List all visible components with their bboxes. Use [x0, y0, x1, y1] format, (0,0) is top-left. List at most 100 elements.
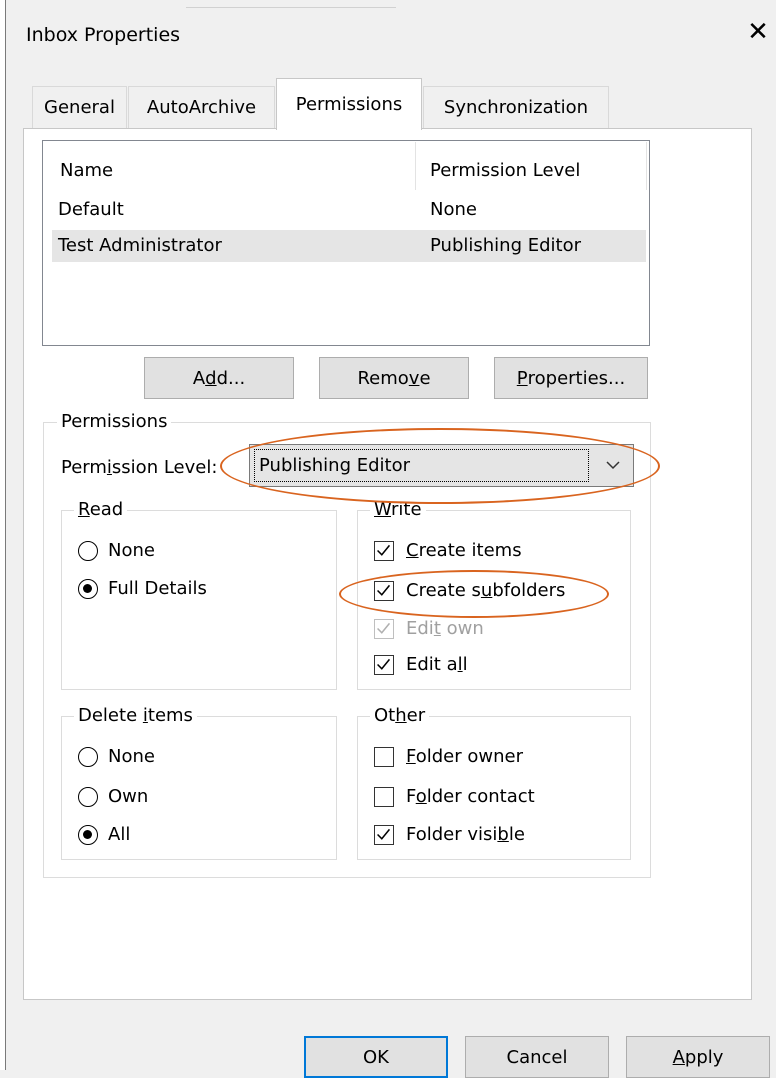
delete-none-label[interactable]: None	[108, 746, 155, 767]
label-text: Perm	[61, 457, 107, 478]
column-separator[interactable]	[415, 142, 416, 190]
label-text: o	[415, 786, 427, 807]
row-name: Default	[58, 199, 124, 220]
tab-permissions[interactable]: Permissions	[276, 78, 422, 130]
button-label: v	[408, 367, 420, 389]
column-header-name[interactable]: Name	[60, 160, 113, 181]
button-label: roperties...	[527, 367, 626, 389]
label-text: rite	[391, 499, 422, 520]
button-label: Remo	[357, 367, 409, 389]
label-text: bfolders	[492, 580, 566, 601]
checkmark-icon	[377, 622, 391, 634]
create-items-checkbox[interactable]	[374, 541, 394, 561]
edit-all-label[interactable]: Edit all	[406, 654, 468, 675]
folder-owner-label[interactable]: Folder owner	[406, 746, 523, 767]
label-text: er	[406, 705, 426, 726]
write-group-label: Write	[370, 499, 426, 520]
list-item[interactable]	[52, 194, 646, 226]
label-text: tems	[147, 705, 193, 726]
close-icon[interactable]: ✕	[744, 18, 772, 46]
delete-own-label[interactable]: Own	[108, 786, 148, 807]
folder-contact-label[interactable]: Folder contact	[406, 786, 535, 807]
column-header-permission-level[interactable]: Permission Level	[430, 160, 580, 181]
label-text: u	[480, 580, 493, 601]
delete-items-group	[61, 716, 337, 860]
label-text: Create s	[406, 580, 481, 601]
delete-own-radio[interactable]	[78, 787, 98, 807]
create-subfolders-checkbox[interactable]	[374, 581, 394, 601]
tab-autoarchive[interactable]: AutoArchive	[128, 86, 275, 128]
label-text: R	[78, 499, 90, 520]
create-subfolders-label[interactable]: Create subfolders	[406, 580, 565, 601]
label-text: Ot	[374, 705, 396, 726]
label-text: b	[497, 824, 509, 845]
radio-selected-dot	[83, 584, 92, 593]
ok-button[interactable]: OK	[304, 1036, 448, 1078]
chevron-down-icon[interactable]	[598, 450, 628, 480]
tab-synchronization[interactable]: Synchronization	[423, 86, 609, 128]
tab-general[interactable]: General	[32, 86, 127, 128]
folder-contact-checkbox[interactable]	[374, 787, 394, 807]
permissions-group-label: Permissions	[57, 411, 172, 432]
label-text: F	[406, 746, 416, 767]
cancel-button[interactable]: Cancel	[465, 1036, 609, 1078]
delete-items-group-label: Delete items	[74, 705, 197, 726]
label-text: ssion Level:	[111, 457, 218, 478]
dialog-title: Inbox Properties	[26, 24, 181, 46]
folder-visible-label[interactable]: Folder visible	[406, 824, 525, 845]
checkmark-icon	[377, 658, 391, 670]
add-button[interactable]: Ad d...	[144, 357, 294, 399]
delete-none-radio[interactable]	[78, 747, 98, 767]
properties-button[interactable]: Properties...	[494, 357, 648, 399]
read-none-radio[interactable]	[78, 541, 98, 561]
checkmark-icon	[377, 828, 391, 840]
label-text: t	[433, 618, 441, 639]
apply-button[interactable]: Apply	[626, 1036, 770, 1078]
edit-own-label: Edit own	[406, 618, 484, 639]
label-text: Delete	[78, 705, 143, 726]
button-label: P	[516, 367, 528, 389]
edit-all-checkbox[interactable]	[374, 655, 394, 675]
label-text: le	[508, 824, 525, 845]
label-text: h	[395, 705, 407, 726]
folder-visible-checkbox[interactable]	[374, 825, 394, 845]
read-full-details-label[interactable]: Full Details	[108, 578, 207, 599]
background-window-edge	[186, 0, 396, 8]
tab-label: Synchronization	[443, 97, 589, 118]
label-text: reate items	[418, 540, 522, 561]
window-edge	[0, 0, 6, 1070]
button-label: d...	[216, 367, 246, 389]
column-separator[interactable]	[646, 142, 647, 190]
button-label: d	[205, 367, 217, 389]
button-label: e	[419, 367, 431, 389]
row-level: None	[430, 199, 477, 220]
edit-own-checkbox	[374, 619, 394, 639]
label-text: ead	[89, 499, 124, 520]
delete-all-label[interactable]: All	[108, 824, 130, 845]
row-name: Test Administrator	[58, 235, 222, 256]
read-none-label[interactable]: None	[108, 540, 155, 561]
create-items-label[interactable]: Create items	[406, 540, 522, 561]
read-group	[61, 510, 337, 690]
tab-label: General	[44, 97, 115, 118]
label-text: C	[406, 540, 419, 561]
remove-button[interactable]: Remo v e	[319, 357, 469, 399]
read-full-details-radio[interactable]	[78, 579, 98, 599]
button-label: pply	[684, 1046, 724, 1068]
label-text: Edit a	[406, 654, 458, 675]
row-level: Publishing Editor	[430, 235, 581, 256]
permission-level-value[interactable]: Publishing Editor	[254, 449, 589, 482]
label-text: W	[374, 499, 391, 520]
label-text: own	[440, 618, 484, 639]
read-group-label: Read	[74, 499, 128, 520]
checkmark-icon	[377, 584, 391, 596]
button-label: A	[192, 367, 206, 389]
label-text: older owner	[415, 746, 523, 767]
button-label: A	[672, 1046, 685, 1068]
radio-selected-dot	[83, 830, 92, 839]
folder-owner-checkbox[interactable]	[374, 747, 394, 767]
other-group-label: Other	[370, 705, 430, 726]
tab-label: AutoArchive	[146, 97, 257, 118]
delete-all-radio[interactable]	[78, 825, 98, 845]
label-text: Folder visi	[406, 824, 498, 845]
